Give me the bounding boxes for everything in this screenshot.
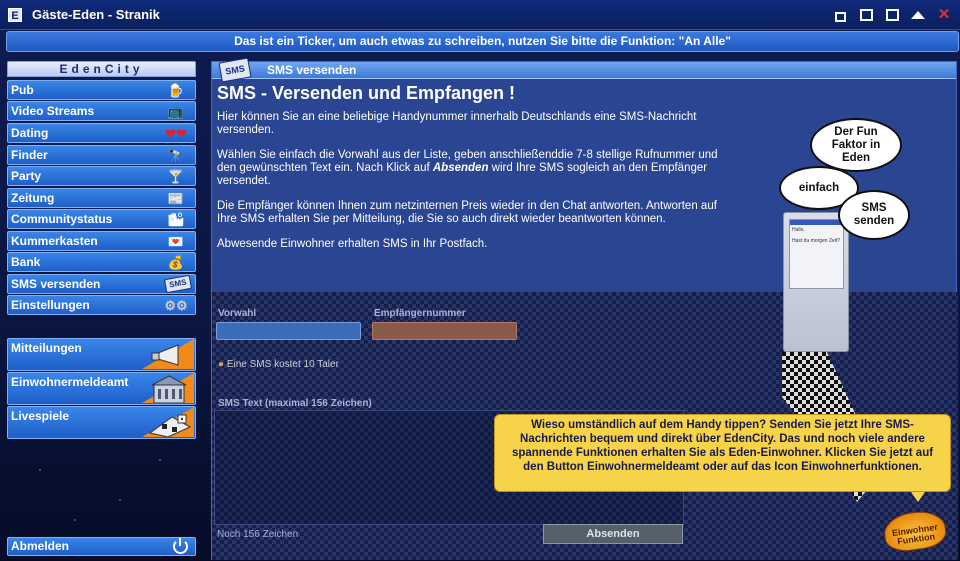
gears-icon: ⚙⚙ (164, 298, 188, 313)
sidebar-item-mitteilungen[interactable]: Mitteilungen (7, 338, 196, 371)
spyglass-icon: 🔭 (167, 148, 185, 163)
sidebar-item-label: Zeitung (11, 191, 55, 205)
news-ticker: Das ist ein Ticker, um auch etwas zu sch… (6, 31, 959, 52)
sidebar-item-label: Kummerkasten (11, 234, 98, 248)
sidebar-item-label: Livespiele (11, 409, 70, 423)
sidebar-item-livespiele[interactable]: Livespiele (7, 406, 196, 439)
phone-screen: Hallo, Hast du morgen Zeit? (789, 219, 844, 289)
rufnummer-input[interactable] (372, 322, 517, 340)
sidebar-item-label: Dating (11, 126, 49, 140)
page-title: SMS - Versenden und Empfangen ! (217, 83, 516, 103)
sidebar-item-label: Communitystatus (11, 212, 113, 226)
rufnummer-label: Empfängernummer (374, 308, 466, 319)
intro-paragraph: Die Empfänger können Ihnen zum netzinter… (217, 200, 717, 225)
logout-button[interactable]: Abmelden (7, 537, 196, 556)
sidebar-item-pub[interactable]: Pub 🍺 (7, 80, 196, 100)
send-button[interactable]: Absenden (543, 524, 683, 544)
panel-header: SMS SMS versenden (212, 57, 956, 83)
sms-text-label: SMS Text (maximal 156 Zeichen) (218, 398, 372, 409)
community-icon: 🏙 (167, 212, 185, 227)
hearts-icon: ❤❤ (165, 126, 187, 141)
sidebar-item-communitystatus[interactable]: Communitystatus 🏙 (7, 209, 196, 229)
sidebar-item-label: Einwohnermeldeamt (11, 375, 129, 389)
maximize-icon (859, 9, 873, 21)
speech-bubble-sms-senden: SMS senden (838, 190, 910, 240)
sidebar-header: EdenCity (7, 61, 196, 77)
phone-illustration: Hallo, Hast du morgen Zeit? (783, 212, 849, 352)
fullscreen-icon (885, 9, 899, 21)
title-bar: E Gäste-Eden - Stranik ✕ (0, 0, 960, 30)
tv-icon: 📺 (167, 104, 185, 119)
sms-icon: SMS (163, 274, 193, 294)
beer-mug-icon: 🍺 (167, 83, 185, 98)
sidebar-item-label: Einstellungen (11, 298, 90, 312)
sidebar-item-dating[interactable]: Dating ❤❤ (7, 123, 196, 143)
minimize-window-button[interactable] (910, 7, 926, 23)
upgrade-tooltip: Wieso umständlich auf dem Handy tippen? … (494, 414, 951, 492)
collapse-up-icon (911, 11, 925, 19)
power-icon (173, 538, 188, 554)
town-hall-icon (142, 373, 194, 403)
app-icon: E (8, 7, 22, 22)
intro-paragraph: Wählen Sie einfach die Vorwahl aus der L… (217, 149, 718, 187)
sidebar-item-label: Bank (11, 255, 41, 269)
sidebar-item-party[interactable]: Party 🍸 (7, 166, 196, 186)
logout-label: Abmelden (11, 539, 70, 553)
sidebar-item-label: Pub (11, 83, 34, 97)
sidebar-item-kummerkasten[interactable]: Kummerkasten 💌 (7, 231, 196, 251)
games-icon (142, 407, 194, 437)
intro-text: Hier können Sie an eine beliebige Handyn… (217, 111, 737, 263)
maximize-window-button[interactable] (858, 7, 874, 23)
sidebar-item-label: Mitteilungen (11, 341, 82, 355)
sidebar-item-label: Finder (11, 148, 48, 162)
newspaper-icon: 📰 (167, 191, 185, 206)
tooltip-arrow (911, 492, 925, 502)
restore-window-button[interactable] (832, 7, 848, 23)
close-window-button[interactable]: ✕ (936, 7, 952, 23)
intro-paragraph: Abwesende Einwohner erhalten SMS in Ihr … (217, 238, 488, 250)
coin-icon: ● (218, 359, 225, 370)
close-icon: ✕ (937, 6, 951, 23)
sidebar-item-zeitung[interactable]: Zeitung 📰 (7, 188, 196, 208)
cocktail-icon: 🍸 (167, 169, 185, 184)
absenden-emphasis: Absenden (432, 162, 489, 174)
vorwahl-select[interactable] (216, 322, 361, 340)
window-controls: ✕ (832, 7, 952, 23)
vorwahl-label: Vorwahl (218, 308, 257, 319)
speech-bubble-fun-faktor: Der Fun Faktor in Eden (810, 118, 902, 172)
restore-icon (834, 12, 846, 22)
sidebar-item-video-streams[interactable]: Video Streams 📺 (7, 101, 196, 121)
sidebar-item-label: SMS versenden (11, 277, 101, 291)
remaining-chars-label: Noch 156 Zeichen (217, 529, 299, 540)
sidebar-item-einwohnermeldeamt[interactable]: Einwohnermeldeamt (7, 372, 196, 405)
heart-box-icon: 💌 (167, 234, 185, 249)
sidebar-item-finder[interactable]: Finder 🔭 (7, 145, 196, 165)
intro-paragraph: Hier können Sie an eine beliebige Handyn… (217, 111, 697, 136)
sms-icon: SMS (218, 57, 252, 83)
sidebar-item-sms-versenden[interactable]: SMS versenden SMS (7, 274, 196, 294)
panel-title: SMS versenden (267, 63, 357, 77)
window-title: Gäste-Eden - Stranik (32, 7, 160, 22)
fullscreen-window-button[interactable] (884, 7, 900, 23)
sidebar-item-label: Video Streams (11, 104, 95, 118)
sidebar-item-label: Party (11, 169, 42, 183)
megaphone-icon (142, 339, 194, 369)
sidebar-item-bank[interactable]: Bank 💰 (7, 252, 196, 272)
money-bag-icon: 💰 (167, 255, 185, 270)
sms-cost-note: ● Eine SMS kostet 10 Taler (218, 359, 339, 370)
sidebar-item-einstellungen[interactable]: Einstellungen ⚙⚙ (7, 295, 196, 315)
